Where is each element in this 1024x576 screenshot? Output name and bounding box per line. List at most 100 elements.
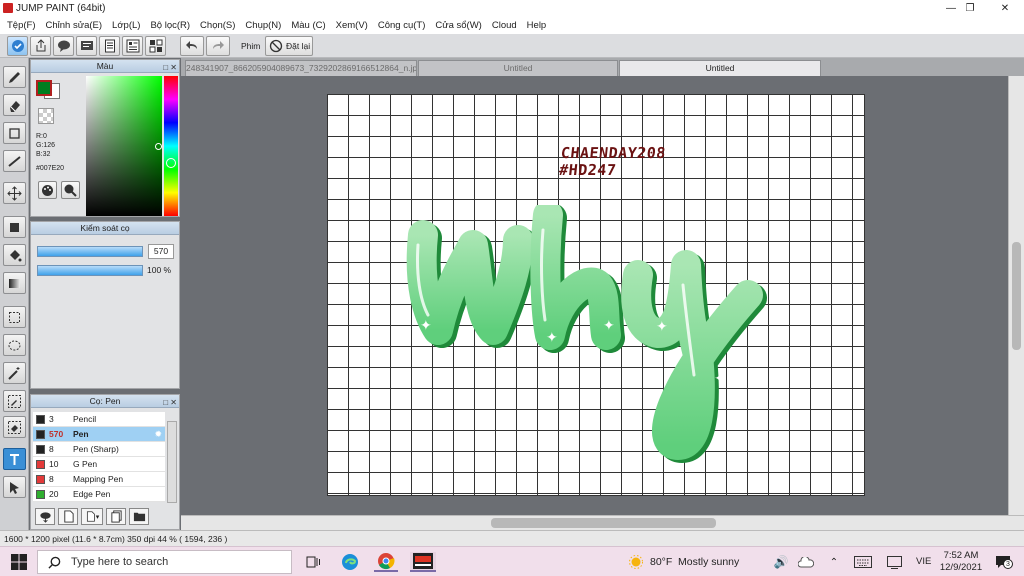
transparent-swatch[interactable] [38, 108, 54, 124]
horizontal-scroll-thumb[interactable] [491, 518, 716, 528]
task-view-button[interactable] [302, 552, 324, 572]
brush-list-header: Cọ: Pen □ ✕ [31, 395, 179, 408]
page-button[interactable] [99, 36, 120, 56]
menu-capture[interactable]: Chụp(N) [240, 20, 286, 31]
brush-tool[interactable] [3, 66, 26, 88]
brush-size-value[interactable]: 570 [148, 244, 174, 259]
brush-size-slider[interactable] [37, 246, 143, 257]
keyboard-icon[interactable] [852, 552, 874, 572]
panel-buttons[interactable]: □ ✕ [163, 61, 177, 74]
copy-brush-button[interactable] [106, 508, 126, 525]
rect-select-tool[interactable] [3, 306, 26, 328]
vertical-scroll-thumb[interactable] [1012, 242, 1021, 350]
operation-tool[interactable] [3, 476, 26, 498]
menu-edit[interactable]: Chỉnh sửa(E) [41, 20, 108, 31]
edge-app[interactable] [338, 552, 362, 572]
brush-panel-buttons[interactable]: □ ✕ [163, 396, 177, 409]
brush-item-edge-pen[interactable]: 20 Edge Pen [33, 487, 165, 502]
sparkle-icon: ✦ [714, 371, 726, 387]
menu-tools[interactable]: Công cụ(T) [373, 20, 431, 31]
palette-button[interactable] [38, 181, 57, 199]
layout-button[interactable] [122, 36, 143, 56]
menu-color[interactable]: Màu (C) [286, 20, 330, 31]
color-picker-button[interactable] [61, 181, 80, 199]
menu-layer[interactable]: Lớp(L) [107, 20, 145, 31]
menu-view[interactable]: Xem(V) [331, 20, 373, 31]
move-tool[interactable] [3, 182, 26, 204]
brush-color-swatch [36, 445, 45, 454]
brush-item-pencil[interactable]: 3 Pencil [33, 412, 165, 427]
menu-filter[interactable]: Bộ lọc(R) [145, 20, 195, 31]
grid-button[interactable] [145, 36, 166, 56]
title-bar: JUMP PAINT (64bit) — ❐ ✕ [0, 0, 1024, 16]
brush-item-pen[interactable]: 570 Pen ✹ [33, 427, 165, 442]
undo-button[interactable] [180, 36, 204, 56]
hue-slider-handle[interactable] [166, 158, 176, 168]
comment-button[interactable] [53, 36, 74, 56]
fill-rect-tool[interactable] [3, 216, 26, 238]
chrome-app[interactable] [374, 552, 398, 572]
brush-folder-button[interactable] [129, 508, 149, 525]
horizontal-scrollbar[interactable] [181, 515, 1024, 530]
taskbar-clock[interactable]: 7:52 AM 12/9/2021 [938, 550, 984, 574]
eraser-tool[interactable] [3, 94, 26, 116]
menu-file[interactable]: Tệp(F) [2, 20, 41, 31]
hue-slider[interactable] [164, 76, 178, 216]
message-button[interactable] [76, 36, 97, 56]
color-field-cursor[interactable] [155, 143, 162, 150]
brush-size: 570 [49, 429, 64, 439]
text-tool[interactable] [3, 448, 26, 470]
brush-item-mapping-pen[interactable]: 8 Mapping Pen [33, 472, 165, 487]
drawing-canvas[interactable]: CHAENDAY208 #HD247 ✦ ✦ ✦ ✦ ✦ [327, 94, 865, 496]
brush-cloud-button[interactable] [35, 508, 55, 525]
document-icon [86, 511, 95, 522]
redo-button[interactable] [206, 36, 230, 56]
color-panel-header: Màu □ ✕ [31, 60, 179, 73]
line-tool[interactable] [3, 150, 26, 172]
close-button[interactable]: ✕ [990, 0, 1020, 16]
marquee-icon [9, 311, 20, 323]
tab-jpg[interactable]: 248341907_866205904089673_73292028691665… [185, 60, 417, 76]
taskbar-search-box[interactable]: Type here to search [37, 550, 292, 574]
weather-widget[interactable] [626, 552, 646, 572]
onedrive-icon[interactable] [796, 552, 816, 572]
brush-item-g-pen[interactable]: 10 G Pen [33, 457, 165, 472]
foreground-color-swatch[interactable] [36, 80, 52, 96]
new-brush-button[interactable] [58, 508, 78, 525]
select-pen-tool[interactable] [3, 390, 26, 412]
settings-gear-icon[interactable]: ✹ [154, 427, 162, 442]
display-icon[interactable] [884, 552, 904, 572]
brush-type-dropdown[interactable]: ▾ [81, 508, 103, 525]
menu-cloud[interactable]: Cloud [487, 20, 522, 31]
brush-list-scrollbar[interactable] [167, 421, 177, 503]
menu-select[interactable]: Chọn(S) [195, 20, 240, 31]
reset-button[interactable]: Đặt lại [265, 36, 313, 56]
brush-item-pen-sharp[interactable]: 8 Pen (Sharp) [33, 442, 165, 457]
start-button[interactable] [8, 552, 30, 572]
tab-untitled-1[interactable]: Untitled [418, 60, 618, 76]
rectangle-tool[interactable] [3, 122, 26, 144]
bucket-tool[interactable] [3, 244, 26, 266]
brush-name: Edge Pen [73, 489, 111, 499]
monitor-shape [886, 555, 902, 569]
notification-center-button[interactable]: 3 [992, 552, 1014, 572]
menu-window[interactable]: Cửa sổ(W) [430, 20, 486, 31]
saturation-value-field[interactable] [86, 76, 162, 216]
gradient-tool[interactable] [3, 272, 26, 294]
brush-opacity-slider[interactable] [37, 265, 143, 276]
menu-help[interactable]: Help [522, 20, 552, 31]
chevron-up-icon[interactable]: ⌃ [826, 552, 842, 572]
speaker-icon[interactable]: 🔊 [772, 552, 790, 572]
select-eraser-tool[interactable] [3, 416, 26, 438]
filled-square-icon [10, 222, 19, 232]
language-indicator[interactable]: VIE [916, 556, 931, 567]
vertical-scrollbar[interactable] [1008, 76, 1024, 515]
ellipse-select-tool[interactable] [3, 334, 26, 356]
tab-untitled-2[interactable]: Untitled [619, 60, 821, 76]
restore-button[interactable]: ❐ [955, 0, 985, 16]
snap-toggle-button[interactable] [7, 36, 28, 56]
palette-icon [42, 185, 53, 196]
jump-paint-app[interactable] [410, 552, 436, 572]
share-button[interactable] [30, 36, 51, 56]
magic-wand-tool[interactable] [3, 362, 26, 384]
